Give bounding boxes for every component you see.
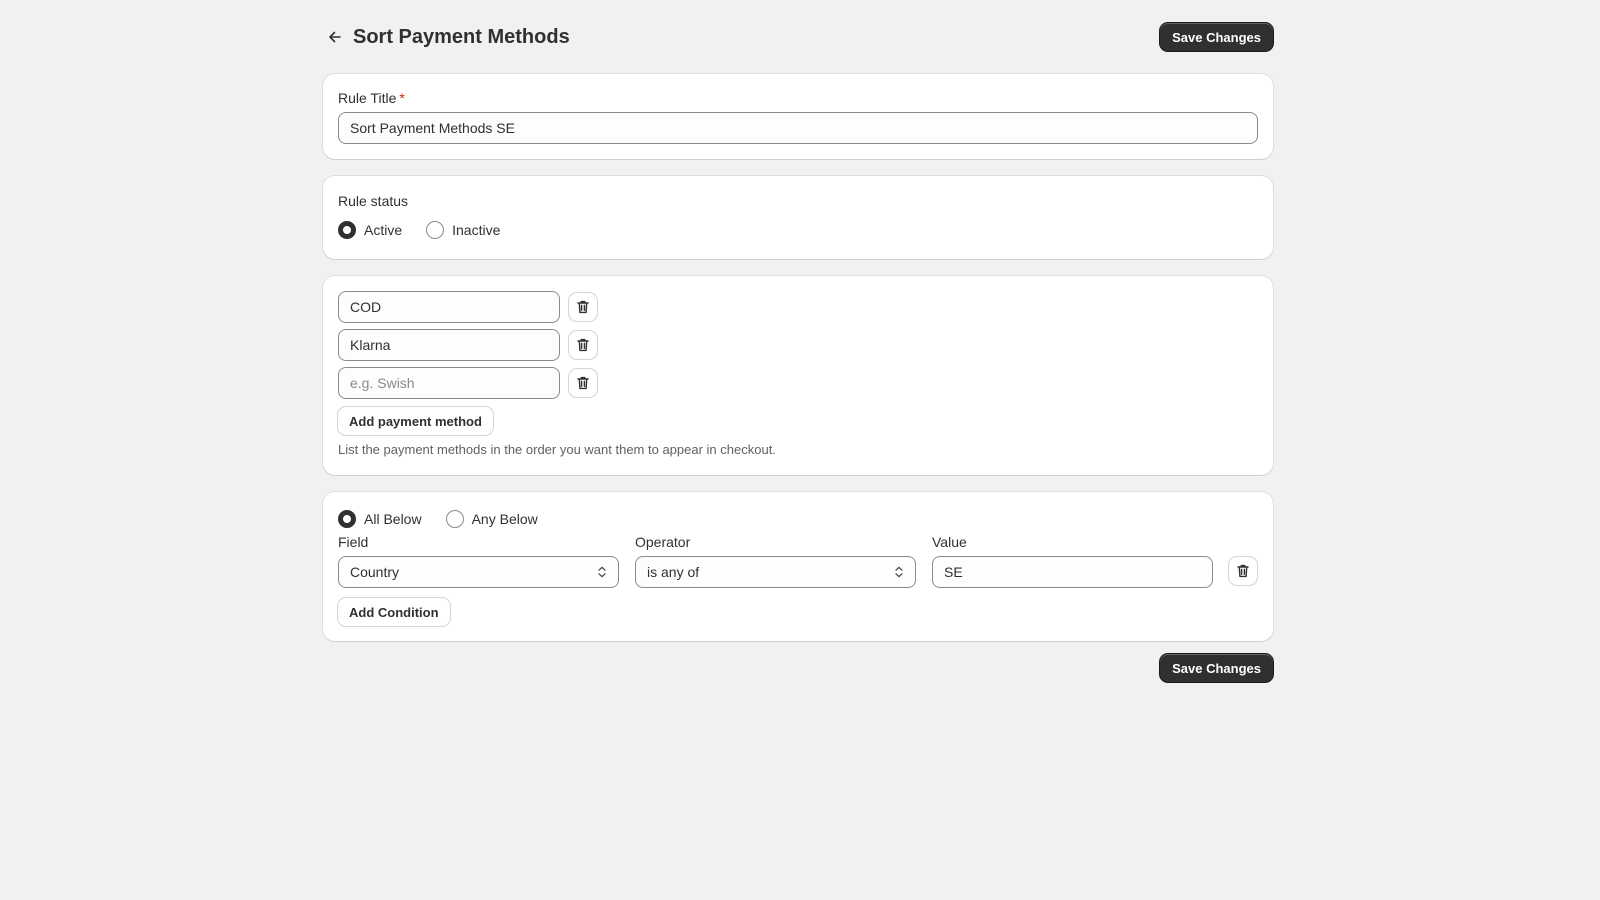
radio-active-label: Active bbox=[364, 222, 403, 238]
field-select-value: Country bbox=[350, 564, 400, 580]
operator-column: Operator is any of bbox=[635, 534, 916, 588]
header-left: Sort Payment Methods bbox=[323, 23, 570, 51]
operator-select-value: is any of bbox=[647, 564, 700, 580]
page-header: Sort Payment Methods Save Changes bbox=[323, 0, 1273, 74]
save-button-top[interactable]: Save Changes bbox=[1160, 23, 1273, 51]
trash-icon bbox=[577, 376, 589, 390]
page-title: Sort Payment Methods bbox=[353, 25, 570, 48]
radio-all-below-circle[interactable] bbox=[338, 510, 356, 528]
match-radio-group: All Below Any Below bbox=[338, 510, 1258, 528]
operator-label: Operator bbox=[635, 534, 691, 550]
payment-methods-help-text: List the payment methods in the order yo… bbox=[338, 442, 776, 457]
trash-icon bbox=[1237, 564, 1249, 578]
delete-condition-button[interactable] bbox=[1229, 557, 1257, 585]
rule-status-card: Rule status Active Inactive bbox=[323, 176, 1273, 259]
arrow-left-icon bbox=[329, 31, 341, 43]
value-input[interactable] bbox=[932, 556, 1213, 588]
delete-payment-method-button-3[interactable] bbox=[569, 369, 597, 397]
radio-inactive-label: Inactive bbox=[452, 222, 501, 238]
select-chevron-icon bbox=[598, 566, 606, 578]
payment-methods-card: Add payment method List the payment meth… bbox=[323, 276, 1273, 475]
radio-all-below-label: All Below bbox=[364, 511, 422, 527]
payment-method-row bbox=[338, 329, 1258, 361]
field-select[interactable]: Country bbox=[338, 556, 619, 588]
radio-any-below-label: Any Below bbox=[471, 511, 538, 527]
operator-select[interactable]: is any of bbox=[635, 556, 916, 588]
select-chevron-icon bbox=[895, 566, 903, 578]
add-payment-method-button[interactable]: Add payment method bbox=[338, 407, 493, 435]
radio-inactive[interactable]: Inactive bbox=[426, 221, 500, 239]
save-button-bottom[interactable]: Save Changes bbox=[1160, 654, 1273, 682]
radio-any-below[interactable]: Any Below bbox=[445, 510, 538, 528]
value-label: Value bbox=[932, 534, 967, 550]
delete-payment-method-button-2[interactable] bbox=[569, 331, 597, 359]
radio-all-below[interactable]: All Below bbox=[338, 510, 422, 528]
payment-method-row bbox=[338, 291, 1258, 323]
back-button[interactable] bbox=[321, 23, 349, 51]
field-label: Field bbox=[338, 534, 369, 550]
value-column: Value bbox=[932, 534, 1213, 588]
conditions-card: All Below Any Below Field Country Operat… bbox=[323, 492, 1273, 641]
trash-icon bbox=[577, 300, 589, 314]
payment-method-input-2[interactable] bbox=[338, 329, 560, 361]
condition-row: Field Country Operator is any of Value S… bbox=[338, 534, 1258, 588]
payment-method-row bbox=[338, 367, 1258, 399]
payment-method-input-3[interactable] bbox=[338, 367, 560, 399]
trash-icon bbox=[577, 338, 589, 352]
required-mark: * bbox=[399, 90, 405, 106]
radio-active-circle[interactable] bbox=[338, 221, 356, 239]
rule-status-radio-group: Active Inactive bbox=[338, 221, 1258, 239]
payment-method-input-1[interactable] bbox=[338, 291, 560, 323]
radio-inactive-circle[interactable] bbox=[426, 221, 445, 239]
field-column: Field Country bbox=[338, 534, 619, 588]
add-condition-button[interactable]: Add Condition bbox=[338, 598, 450, 626]
rule-title-label-row: Rule Title * bbox=[338, 90, 1258, 106]
rule-title-card: Rule Title * bbox=[323, 74, 1273, 159]
radio-active[interactable]: Active bbox=[338, 221, 402, 239]
page-footer: Save Changes bbox=[323, 654, 1273, 682]
rule-status-label: Rule status bbox=[338, 193, 409, 209]
page-container: Sort Payment Methods Save Changes Rule T… bbox=[323, 0, 1273, 682]
radio-any-below-circle[interactable] bbox=[445, 510, 464, 528]
delete-payment-method-button-1[interactable] bbox=[569, 293, 597, 321]
rule-title-input[interactable] bbox=[338, 112, 1258, 144]
rule-title-label: Rule Title bbox=[338, 90, 397, 106]
